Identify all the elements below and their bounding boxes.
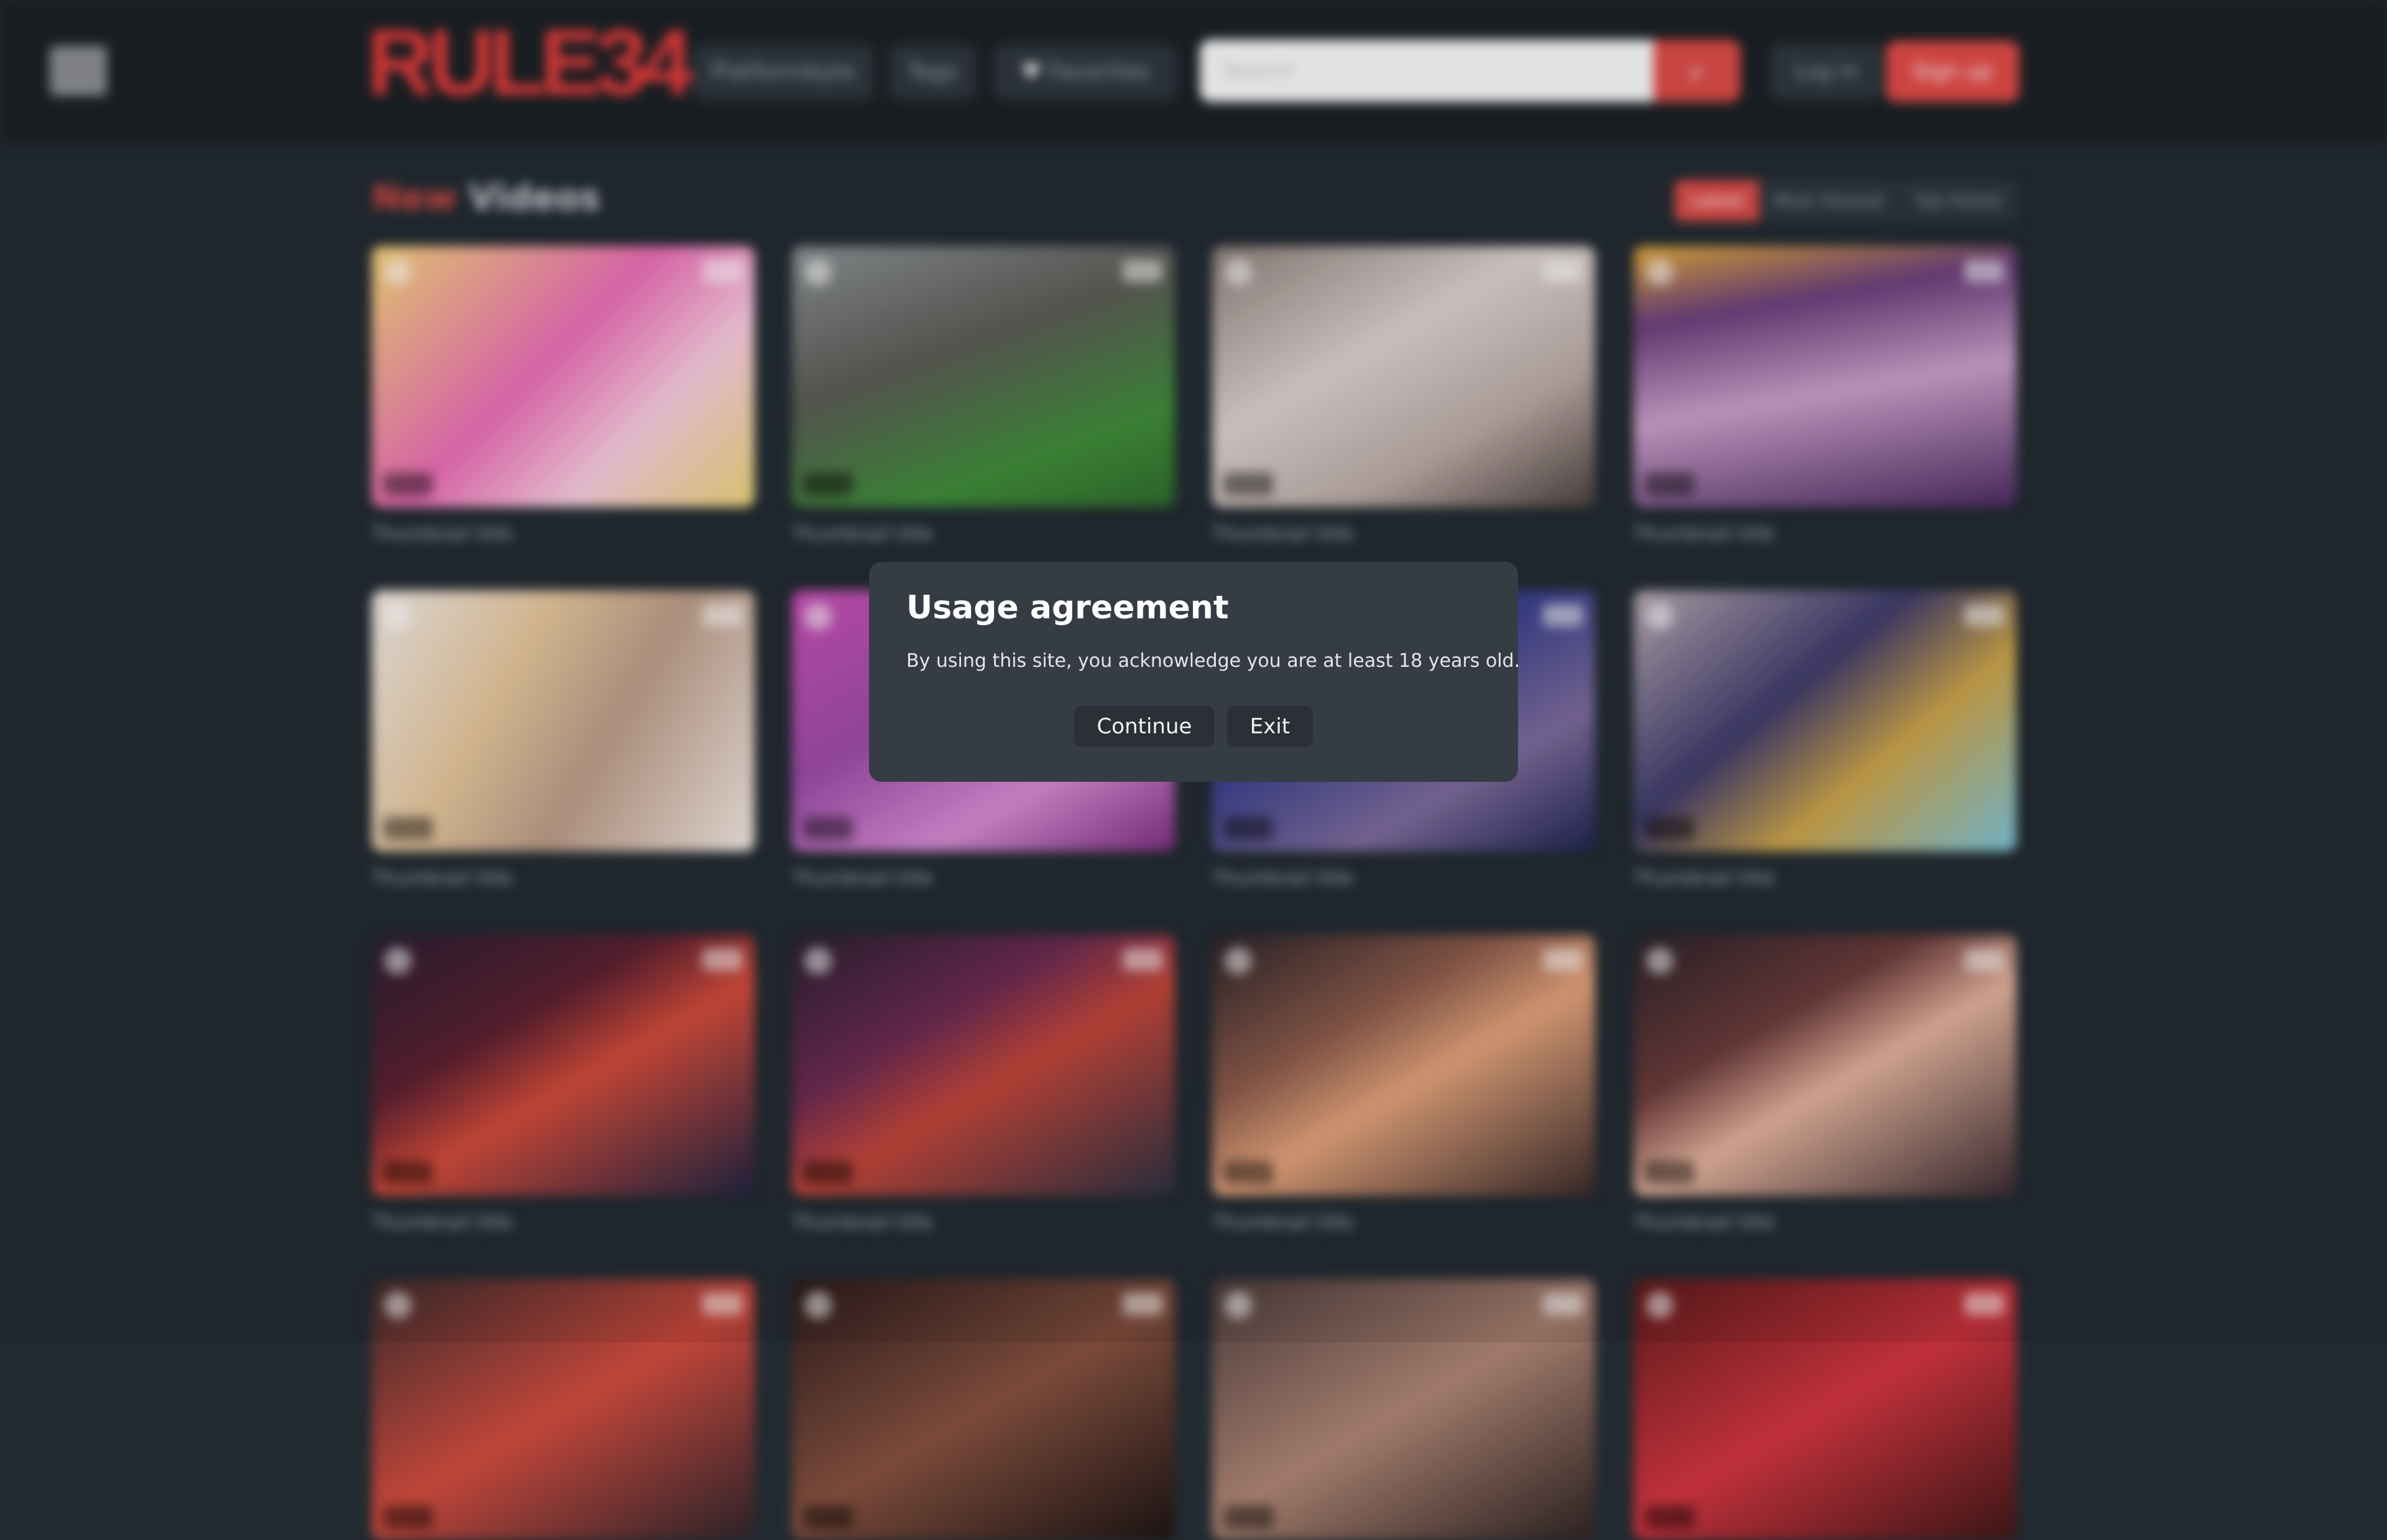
dialog-message: By using this site, you acknowledge you … [906, 650, 1520, 672]
continue-button[interactable]: Continue [1074, 706, 1215, 747]
duration-badge [383, 1505, 433, 1529]
duration-badge [1645, 1505, 1695, 1529]
duration-badge [1223, 1505, 1273, 1529]
dialog-title: Usage agreement [906, 589, 1229, 626]
exit-button[interactable]: Exit [1227, 706, 1313, 747]
usage-agreement-dialog: Usage agreement By using this site, you … [869, 562, 1520, 782]
duration-badge [803, 1505, 853, 1529]
